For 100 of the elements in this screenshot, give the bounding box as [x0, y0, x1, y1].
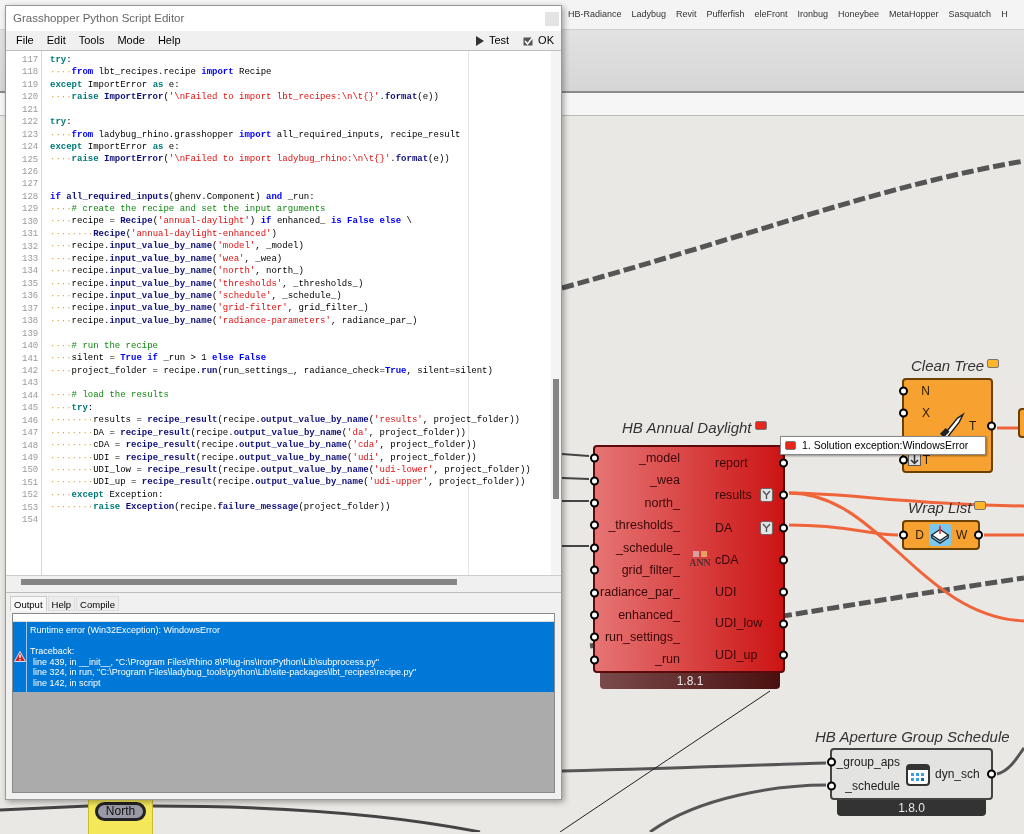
calendar-icon — [905, 762, 930, 786]
component-body[interactable]: _group_aps _schedule dyn_sch — [830, 748, 993, 800]
panel-capsule[interactable]: North — [94, 802, 147, 821]
component-body[interactable]: _model _wea north_ _thresholds_ _schedule_ grid_filter_ radiance_par_ enhanced_ run_settings_ _run report results DA cDA UDI UDI_low UDI_up ANN — [593, 445, 785, 673]
input-port[interactable] — [590, 565, 599, 575]
error-message-row[interactable] — [13, 622, 554, 692]
output-port[interactable] — [779, 490, 788, 500]
code-line: try: — [50, 54, 72, 67]
output-tab[interactable]: Compile — [76, 596, 119, 611]
input-port[interactable] — [827, 757, 836, 767]
ribbon-tab[interactable]: eleFront — [754, 7, 788, 22]
output-port[interactable] — [779, 523, 788, 533]
input-port[interactable] — [590, 655, 599, 665]
test-button[interactable]: Test — [471, 32, 513, 49]
code-line: ····except Exception: — [50, 488, 164, 502]
input-port[interactable] — [590, 498, 599, 508]
message-line: Runtime error (Win32Exception): WindowsError — [30, 625, 221, 636]
output-label: dyn_sch — [935, 768, 980, 780]
output-tab[interactable]: Output — [10, 596, 47, 611]
line-number: 128 — [22, 190, 40, 204]
funnel-icon[interactable] — [760, 488, 773, 503]
line-number: 126 — [22, 165, 40, 179]
output-label: cDA — [715, 554, 739, 567]
code-line: ····recipe.input_value_by_name('radiance-parameters', radiance_par_) — [50, 314, 418, 328]
output-port[interactable] — [987, 769, 996, 779]
menu-item[interactable]: Mode — [117, 32, 145, 49]
play-icon — [474, 35, 485, 46]
ribbon-tab[interactable]: HB-Radiance — [568, 7, 622, 22]
input-port[interactable] — [590, 610, 599, 620]
input-label: D — [915, 529, 924, 541]
line-number: 123 — [22, 128, 40, 142]
code-line: ····from lbt_recipes.recipe import Recipe — [50, 66, 272, 79]
input-label: _schedule_ — [616, 541, 680, 554]
code-line: ········results = recipe_result(recipe.output_value_by_name('results', project_folder)) — [50, 414, 520, 427]
code-line: try: — [50, 116, 72, 129]
code-line: ····recipe = Recipe('annual-daylight') if enhanced_ is False else \ — [50, 215, 412, 228]
ribbon-tab[interactable]: Revit — [676, 7, 697, 22]
output-port[interactable] — [779, 619, 788, 629]
output-port[interactable] — [974, 530, 983, 540]
ribbon-tab[interactable]: Honeybee — [838, 7, 880, 22]
input-label: _thresholds_ — [608, 519, 680, 532]
funnel-icon[interactable] — [760, 521, 773, 536]
output-port[interactable] — [779, 458, 788, 468]
ribbon-tab[interactable]: Ironbug — [797, 7, 828, 22]
message-balloon-icon[interactable] — [754, 421, 767, 430]
input-label: enhanced_ — [618, 608, 680, 622]
input-port[interactable] — [590, 453, 599, 463]
menu-item[interactable]: Edit — [46, 32, 66, 49]
output-port[interactable] — [987, 421, 996, 430]
component-body[interactable]: D W — [902, 520, 980, 550]
line-number: 118 — [22, 66, 40, 79]
input-port[interactable] — [590, 476, 599, 486]
line-number: 137 — [22, 302, 40, 316]
horizontal-scrollbar[interactable] — [6, 576, 561, 587]
code-line: ········UDI_low = recipe_result(recipe.output_value_by_name('udi-lower', project_folder)) — [50, 463, 531, 477]
menu-item[interactable]: File — [16, 32, 34, 49]
line-number: 147 — [22, 427, 40, 440]
component-title: HB Annual Daylight — [622, 419, 752, 437]
input-label: grid_filter_ — [621, 563, 680, 577]
code-line: ····recipe.input_value_by_name('model', _model) — [50, 240, 304, 253]
input-port[interactable] — [899, 530, 908, 540]
ribbon-tab[interactable]: Sasquatch — [948, 7, 992, 22]
input-port[interactable] — [899, 409, 908, 418]
input-label: N — [921, 385, 930, 398]
line-number: 117 — [22, 54, 40, 67]
ribbon-tab[interactable]: MetaHopper — [889, 7, 939, 22]
input-port[interactable] — [590, 588, 599, 598]
code-line: ········DA = recipe_result(recipe.output_value_by_name('da', project_folder)) — [50, 426, 466, 440]
code-line: ········UDI = recipe_result(recipe.output_value_by_name('udi', project_folder)) — [50, 451, 477, 464]
message-line: line 439, in __init__, "C:\Program Files\Rhino 8\Plug-ins\IronPython\Lib\subprocess.py" — [32, 656, 380, 668]
output-port[interactable] — [779, 555, 788, 565]
input-port[interactable] — [827, 781, 836, 791]
ok-button[interactable]: OK — [520, 32, 557, 49]
input-port[interactable] — [590, 520, 599, 530]
ribbon-tab[interactable]: H — [1001, 7, 1008, 22]
message-balloon-icon[interactable] — [987, 359, 1000, 368]
code-line: ····recipe.input_value_by_name('thresholds', _thresholds_) — [50, 277, 364, 290]
ribbon-tab[interactable]: Pufferfish — [706, 7, 745, 22]
input-label: north_ — [644, 496, 680, 510]
menu-item[interactable]: Tools — [78, 32, 105, 49]
window-title: Grasshopper Python Script Editor — [13, 10, 185, 26]
input-port[interactable] — [590, 543, 599, 553]
menu-item[interactable]: Help — [157, 32, 181, 49]
line-number: 135 — [22, 277, 40, 291]
output-label: UDI_low — [715, 617, 763, 630]
message-balloon-icon[interactable] — [974, 501, 987, 510]
line-number: 151 — [22, 476, 40, 490]
line-number: 148 — [22, 439, 40, 452]
input-port[interactable] — [899, 386, 908, 396]
box-icon[interactable] — [929, 524, 951, 546]
message-line: line 324, in run, "C:\Program Files\ladybug_tools\python\Lib\site-packages\lbt_recipes\recipe.py" — [32, 667, 417, 678]
line-number: 127 — [22, 178, 40, 191]
ribbon-tab[interactable]: Ladybug — [631, 7, 667, 22]
output-port[interactable] — [779, 650, 788, 660]
code-line: ····recipe.input_value_by_name('north', north_) — [50, 265, 304, 278]
input-port[interactable] — [590, 632, 599, 642]
output-port[interactable] — [779, 587, 788, 597]
vertical-scrollbar[interactable] — [551, 51, 561, 575]
output-tab[interactable]: Help — [47, 596, 76, 611]
line-number: 145 — [22, 402, 40, 415]
